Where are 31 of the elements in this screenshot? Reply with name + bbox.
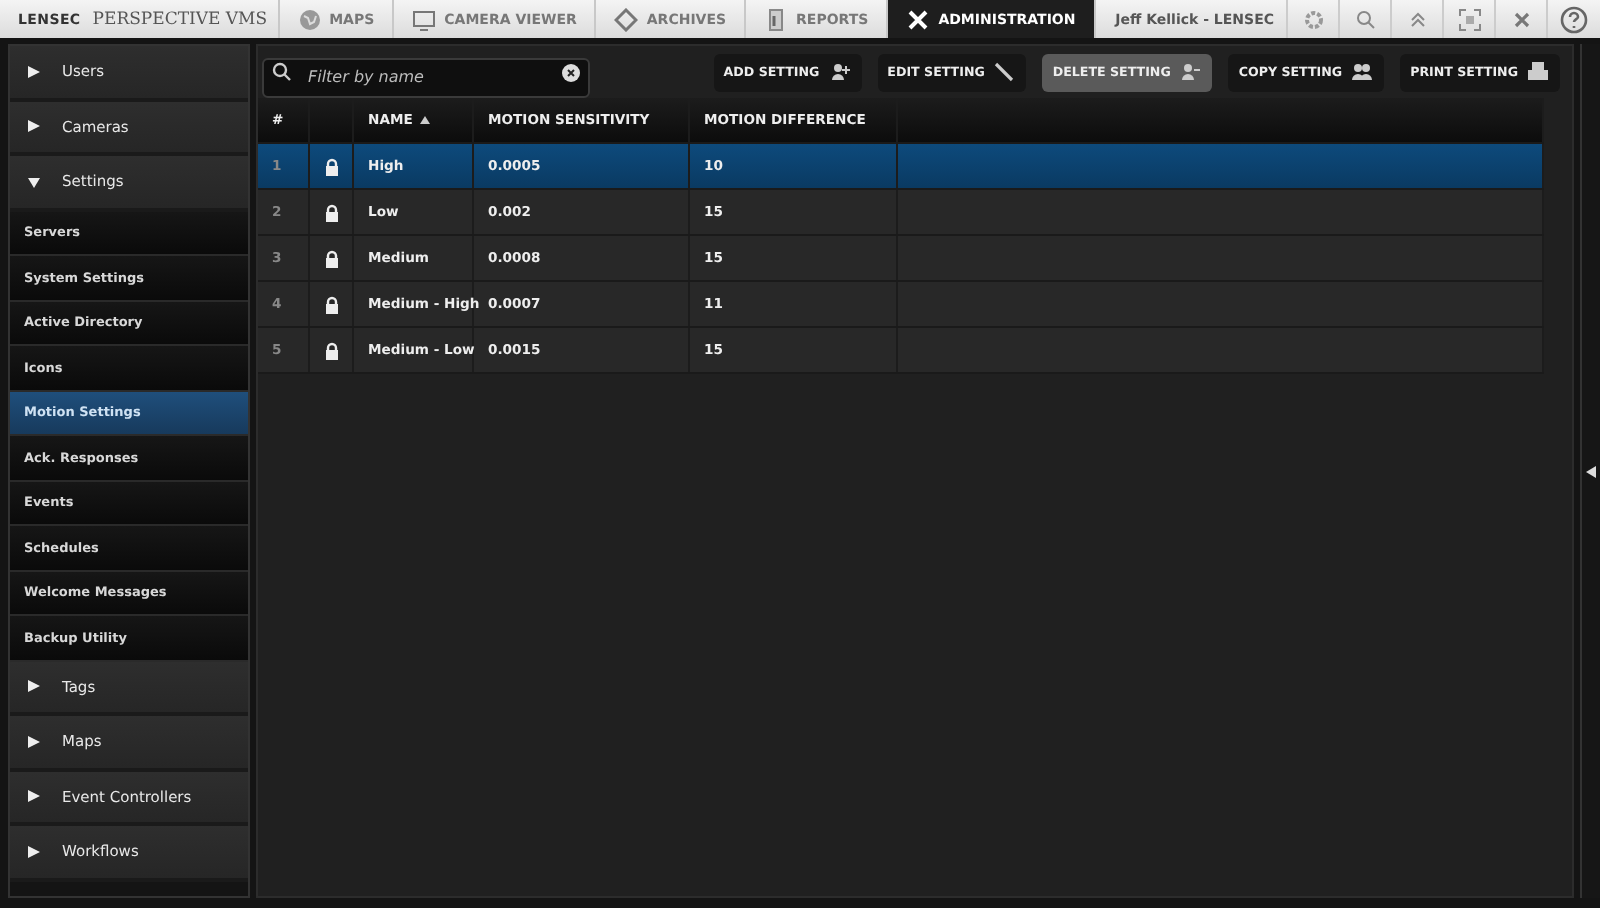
caret-down-icon <box>28 175 40 188</box>
caret-right-icon <box>28 845 40 858</box>
user-plus-icon <box>827 60 852 84</box>
users-icon <box>1350 60 1375 84</box>
pencil-icon <box>992 60 1017 84</box>
settings-icon <box>1301 7 1325 31</box>
monitor-icon <box>412 7 437 31</box>
lock-icon <box>323 295 339 313</box>
diamond-icon <box>614 7 639 31</box>
search-icon <box>1353 7 1377 31</box>
lock-icon <box>323 203 339 221</box>
close-icon <box>1509 7 1533 31</box>
fullscreen-icon <box>1457 7 1481 31</box>
globe-icon <box>297 7 322 31</box>
clear-icon[interactable] <box>562 63 580 81</box>
sort-up-icon <box>420 116 431 124</box>
caret-right-icon <box>28 120 40 133</box>
caret-right-icon <box>28 65 40 78</box>
search-icon <box>272 62 294 82</box>
help-icon <box>1560 5 1588 33</box>
user-minus-icon <box>1178 60 1203 84</box>
lock-icon <box>323 249 339 267</box>
caret-right-icon <box>28 790 40 803</box>
collapse-arrow-icon[interactable] <box>1586 465 1596 477</box>
document-icon <box>764 7 789 31</box>
printer-icon <box>1526 60 1550 84</box>
caret-right-icon <box>28 680 40 693</box>
filter-field[interactable]: Filter by name <box>262 57 590 97</box>
lock-icon <box>323 341 339 359</box>
caret-right-icon <box>28 735 40 748</box>
lock-icon <box>323 157 339 175</box>
